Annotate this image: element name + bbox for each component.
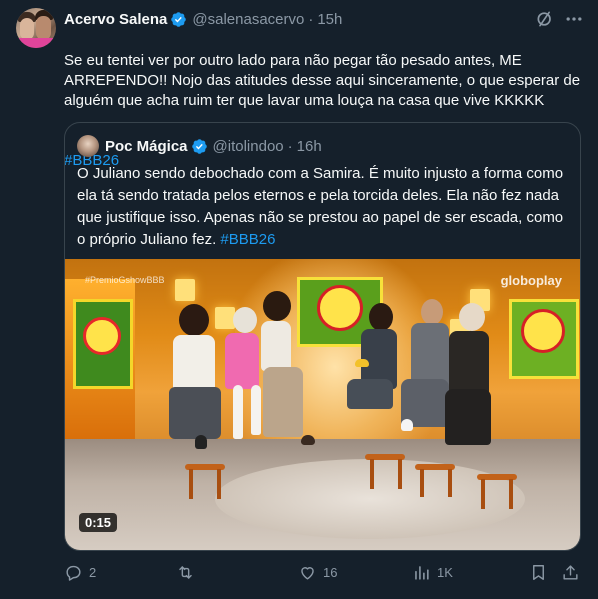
like-icon (301, 566, 314, 580)
reply-count: 2 (89, 564, 97, 580)
quoted-tweet-body: O Juliano sendo debochado com a Samira. … (77, 165, 564, 248)
repost-button[interactable] (176, 560, 201, 584)
author-avatar[interactable] (16, 8, 56, 48)
author-display-name[interactable]: Acervo Salena (64, 11, 167, 28)
like-button[interactable]: 16 (298, 560, 337, 584)
video-frame (65, 259, 580, 550)
quoted-hashtag-link[interactable]: #BBB26 (220, 231, 275, 248)
repost-icon (179, 565, 192, 579)
bookmark-icon (533, 564, 544, 580)
more-icon[interactable] (564, 9, 584, 29)
grok-icon[interactable] (535, 9, 555, 29)
share-icon (563, 564, 578, 580)
verified-badge-icon (191, 138, 207, 154)
video-duration-badge: 0:15 (79, 513, 118, 532)
views-button[interactable]: 1K (412, 560, 453, 584)
tweet[interactable]: Acervo Salena @salenasacervo · 15h Se eu… (0, 0, 598, 599)
tweet-header: Acervo Salena @salenasacervo · 15h (64, 9, 342, 29)
quoted-tweet-timestamp[interactable]: 16h (297, 138, 322, 155)
quoted-author-display-name[interactable]: Poc Mágica (105, 138, 188, 155)
tweet-body: Se eu tentei ver por outro lado para não… (64, 52, 581, 109)
quoted-author-avatar[interactable] (77, 135, 99, 157)
share-button[interactable] (561, 560, 580, 584)
like-count: 16 (323, 564, 338, 580)
reply-button[interactable]: 2 (64, 560, 96, 584)
views-icon (415, 565, 429, 580)
tweet-actions-bar: 2 16 1K (64, 560, 584, 584)
quoted-tweet-header: Poc Mágica @itolindoo · 16h (105, 136, 322, 156)
views-count: 1K (437, 564, 453, 580)
quoted-tweet[interactable]: Poc Mágica @itolindoo · 16h O Juliano se… (64, 122, 581, 551)
quoted-author-handle[interactable]: @itolindoo (213, 138, 284, 155)
separator-dot: · (287, 137, 293, 155)
author-handle[interactable]: @salenasacervo (192, 11, 304, 28)
tweet-timestamp[interactable]: 15h (317, 11, 342, 28)
video-watermark-left: #PremioGshowBBB (85, 275, 165, 285)
bookmark-button[interactable] (529, 560, 548, 584)
quoted-tweet-text: O Juliano sendo debochado com a Samira. … (77, 163, 567, 251)
separator-dot: · (308, 10, 314, 28)
reply-icon (66, 565, 81, 581)
verified-badge-icon (171, 11, 187, 27)
video-watermark-right: globoplay (500, 273, 562, 288)
video-player[interactable]: #PremioGshowBBB globoplay 0:15 (65, 259, 580, 550)
